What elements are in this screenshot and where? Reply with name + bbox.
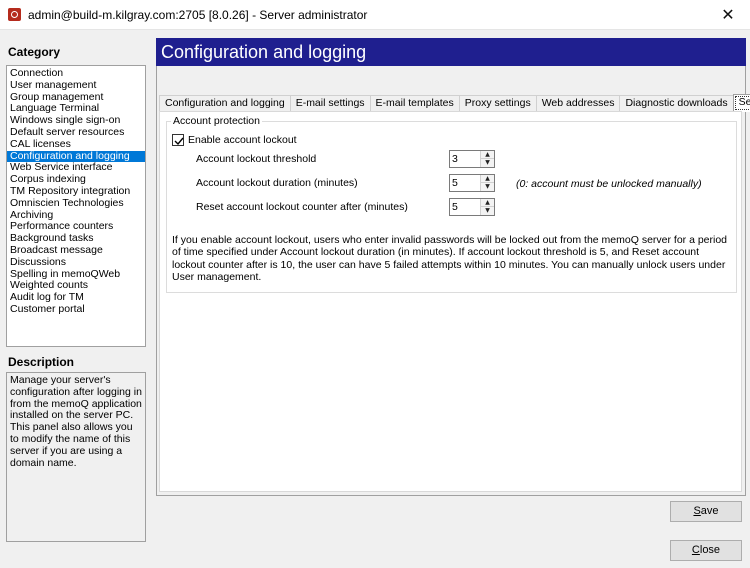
page-title: Configuration and logging [156, 38, 746, 66]
tab-strip: Configuration and logging E-mail settings… [159, 94, 750, 112]
category-item[interactable]: Broadcast message [7, 244, 145, 257]
tab-e-mail-templates[interactable]: E-mail templates [369, 95, 460, 112]
duration-stepper[interactable]: ▲ ▼ [449, 174, 495, 192]
category-item[interactable]: User management [7, 79, 145, 92]
enable-lockout-checkbox[interactable] [172, 134, 184, 146]
tab-proxy-settings[interactable]: Proxy settings [458, 95, 537, 112]
tab-diagnostic-downloads[interactable]: Diagnostic downloads [619, 95, 734, 112]
close-button[interactable]: Close [670, 540, 742, 561]
window-title: admin@build-m.kilgray.com:2705 [8.0.26] … [28, 8, 368, 22]
title-bar: admin@build-m.kilgray.com:2705 [8.0.26] … [0, 0, 750, 30]
category-item[interactable]: Customer portal [7, 303, 145, 316]
reset-counter-stepper[interactable]: ▲ ▼ [449, 198, 495, 216]
category-list[interactable]: Connection User management Group managemen… [6, 65, 146, 347]
close-window-icon[interactable]: ✕ [716, 4, 740, 26]
spin-down-icon[interactable]: ▼ [481, 159, 494, 167]
category-item[interactable]: TM Repository integration [7, 185, 145, 198]
threshold-label: Account lockout threshold [196, 153, 317, 165]
description-text: Manage your server's configuration after… [6, 372, 146, 542]
threshold-input[interactable] [450, 151, 480, 167]
description-heading: Description [8, 355, 75, 369]
spin-up-icon[interactable]: ▲ [481, 151, 494, 159]
reset-counter-label: Reset account lockout counter after (min… [196, 201, 408, 213]
account-protection-label: Account protection [171, 115, 262, 127]
spin-down-icon[interactable]: ▼ [481, 207, 494, 215]
duration-hint: (0: account must be unlocked manually) [516, 178, 702, 190]
spin-up-icon[interactable]: ▲ [481, 175, 494, 183]
tab-web-addresses[interactable]: Web addresses [535, 95, 621, 112]
category-heading: Category [8, 45, 61, 59]
spin-down-icon[interactable]: ▼ [481, 183, 494, 191]
threshold-stepper[interactable]: ▲ ▼ [449, 150, 495, 168]
tab-e-mail-settings[interactable]: E-mail settings [289, 95, 371, 112]
category-item[interactable]: Omniscien Technologies [7, 197, 145, 210]
tab-configuration-and-logging[interactable]: Configuration and logging [159, 95, 291, 112]
category-item[interactable]: Discussions [7, 256, 145, 269]
duration-label: Account lockout duration (minutes) [196, 177, 358, 189]
reset-counter-input[interactable] [450, 199, 480, 215]
duration-input[interactable] [450, 175, 480, 191]
category-item[interactable]: Default server resources [7, 126, 145, 139]
enable-lockout-label: Enable account lockout [188, 134, 297, 146]
lockout-info-text: If you enable account lockout, users who… [172, 234, 728, 283]
spin-up-icon[interactable]: ▲ [481, 199, 494, 207]
checkmark-icon [174, 137, 184, 146]
category-item[interactable]: CAL licenses [7, 138, 145, 151]
tab-security[interactable]: Security [732, 94, 750, 112]
memoq-app-icon [8, 8, 21, 21]
save-button[interactable]: Save [670, 501, 742, 522]
